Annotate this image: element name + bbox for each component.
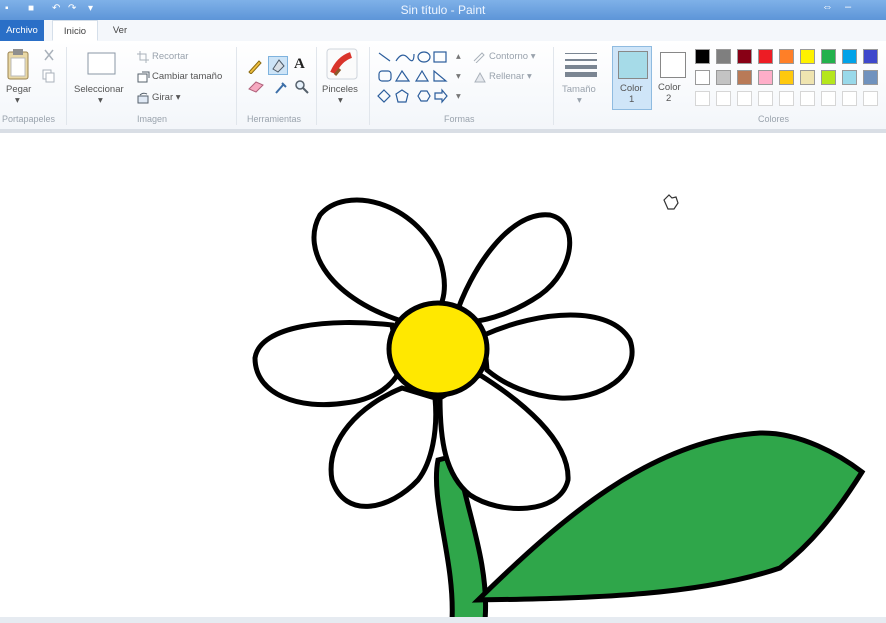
size-icon[interactable] (564, 51, 598, 77)
color-picker-icon[interactable] (273, 79, 289, 95)
clipboard-group-label: Portapapeles (2, 114, 56, 124)
palette-swatch[interactable] (800, 70, 815, 85)
tab-home[interactable]: Inicio (52, 20, 98, 41)
custom-color-slot[interactable] (695, 91, 710, 106)
custom-color-slot[interactable] (821, 91, 836, 106)
shapes-expand[interactable]: ▾ (456, 91, 461, 102)
minimize-icon[interactable]: – (845, 1, 851, 13)
size-button[interactable]: Tamaño (562, 84, 596, 95)
outline-dropdown[interactable]: Contorno ▾ (489, 51, 536, 62)
palette-swatch[interactable] (863, 70, 878, 85)
palette-swatch[interactable] (737, 49, 752, 64)
paste-button[interactable]: Pegar (6, 84, 31, 95)
palette-swatch[interactable] (758, 49, 773, 64)
window-title: Sin título - Paint (400, 3, 486, 17)
fill-dropdown[interactable]: Rellenar ▾ (489, 71, 532, 82)
palette-swatch[interactable] (779, 49, 794, 64)
palette-swatch[interactable] (716, 49, 731, 64)
brushes-dropdown-arrow[interactable]: ▾ (338, 95, 343, 106)
pencil-icon[interactable] (247, 58, 263, 74)
brushes-button[interactable]: Pinceles (322, 84, 358, 95)
custom-color-slot[interactable] (863, 91, 878, 106)
color1-label: Color (620, 83, 643, 94)
palette-swatch[interactable] (758, 70, 773, 85)
palette-swatch[interactable] (716, 70, 731, 85)
color1-number: 1 (629, 94, 635, 105)
palette-swatch[interactable] (779, 70, 794, 85)
ribbon: Pegar ▾ Portapapeles Seleccionar ▾ Recor… (0, 41, 886, 133)
rotate-icon[interactable] (137, 92, 150, 104)
outline-icon[interactable] (472, 51, 486, 63)
palette-swatch[interactable] (800, 49, 815, 64)
custom-color-slot[interactable] (842, 91, 857, 106)
flower-center (386, 300, 490, 398)
shapes-group-label: Formas (444, 114, 475, 124)
color2-label: Color (658, 82, 681, 93)
palette-swatch[interactable] (821, 49, 836, 64)
flower-drawing (252, 197, 866, 623)
shapes-scroll-up[interactable]: ▴ (456, 51, 461, 62)
cursor-icon (663, 194, 679, 210)
color2-swatch (660, 52, 686, 78)
palette-swatch[interactable] (842, 49, 857, 64)
paste-icon[interactable] (5, 48, 33, 82)
ribbon-tabs: Archivo Inicio Ver (0, 20, 886, 42)
custom-color-slot[interactable] (800, 91, 815, 106)
palette-swatch[interactable] (842, 70, 857, 85)
fill-bucket-icon (272, 59, 285, 73)
select-icon[interactable] (86, 51, 118, 77)
palette-swatch[interactable] (695, 49, 710, 64)
shapes-scroll-down[interactable]: ▾ (456, 71, 461, 82)
drawing-canvas[interactable] (0, 133, 886, 623)
bottom-border (0, 617, 886, 623)
tab-view[interactable]: Ver (104, 20, 136, 41)
shapes-gallery[interactable] (376, 50, 454, 108)
crop-button[interactable]: Recortar (152, 51, 188, 62)
brushes-icon[interactable] (325, 47, 359, 81)
palette-swatch[interactable] (695, 70, 710, 85)
palette-swatch[interactable] (737, 70, 752, 85)
cut-icon[interactable] (42, 49, 56, 62)
custom-color-slot[interactable] (779, 91, 794, 106)
restore-icon[interactable]: ⇔ (822, 1, 833, 13)
tab-file[interactable]: Archivo (0, 20, 44, 41)
palette-swatch[interactable] (821, 70, 836, 85)
tools-group-label: Herramientas (247, 114, 302, 124)
custom-color-slot[interactable] (716, 91, 731, 106)
title-bar: ▪ ■ ↶ ↷ ▾ Sin título - Paint ⇔ – (0, 0, 886, 20)
resize-button[interactable]: Cambiar tamaño (152, 71, 222, 82)
size-dropdown-arrow[interactable]: ▾ (577, 95, 582, 106)
select-button[interactable]: Seleccionar (74, 84, 124, 95)
text-tool-icon[interactable]: A (294, 56, 305, 73)
magnifier-icon[interactable] (294, 79, 310, 95)
color1-button[interactable]: Color 1 (612, 46, 652, 110)
color2-number: 2 (666, 93, 672, 104)
fill-shape-icon[interactable] (472, 71, 486, 84)
colors-group-label: Colores (758, 114, 790, 124)
crop-icon[interactable] (137, 51, 149, 63)
paste-dropdown-arrow[interactable]: ▾ (15, 95, 20, 106)
fill-tool-button[interactable] (268, 56, 288, 75)
color1-swatch (618, 51, 648, 79)
image-group-label: Imagen (137, 114, 168, 124)
copy-icon[interactable] (42, 69, 56, 83)
custom-color-slot[interactable] (737, 91, 752, 106)
eraser-icon[interactable] (247, 79, 265, 93)
rotate-button[interactable]: Girar ▾ (152, 92, 181, 103)
custom-color-slot[interactable] (758, 91, 773, 106)
resize-icon[interactable] (137, 71, 150, 83)
palette-swatch[interactable] (863, 49, 878, 64)
color2-button[interactable]: Color 2 (656, 46, 690, 110)
select-dropdown-arrow[interactable]: ▾ (98, 95, 103, 106)
